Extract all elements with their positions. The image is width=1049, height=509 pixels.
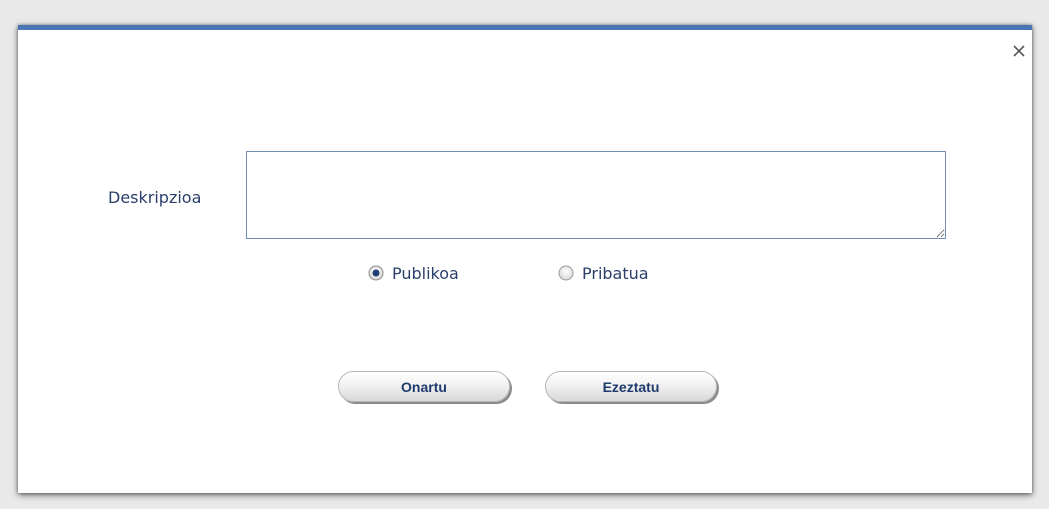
description-input[interactable] — [246, 151, 946, 239]
radio-private[interactable]: Pribatua — [558, 262, 649, 284]
close-icon — [1013, 45, 1025, 57]
radio-public[interactable]: Publikoa — [368, 262, 459, 284]
cancel-button[interactable]: Ezeztatu — [545, 371, 717, 402]
radio-public-label: Publikoa — [392, 263, 459, 283]
accept-button[interactable]: Onartu — [338, 371, 510, 402]
radio-private-label: Pribatua — [582, 263, 649, 283]
radio-selected-icon[interactable] — [368, 265, 384, 281]
description-dialog: Deskripzioa Publikoa Pribatua Onartu Eze… — [18, 25, 1032, 493]
radio-unselected-icon[interactable] — [558, 265, 574, 281]
description-label: Deskripzioa — [108, 188, 202, 207]
close-button[interactable] — [1010, 42, 1028, 60]
